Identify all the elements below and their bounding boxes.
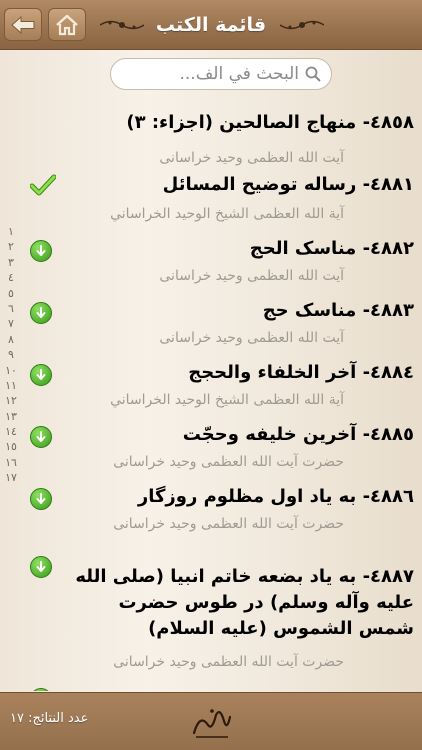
search-icon <box>305 66 321 82</box>
footer-bar: عدد النتائج: ١٧ <box>0 692 422 750</box>
book-author: حضرت آيت الله العظمی وحيد خراسانی <box>113 454 344 470</box>
results-count: عدد النتائج: ١٧ <box>10 711 89 726</box>
book-author: حضرت آيت الله العظمی وحيد خراسانی <box>113 516 344 532</box>
search-bar[interactable] <box>110 58 332 90</box>
back-button[interactable] <box>4 8 42 41</box>
search-input[interactable] <box>129 64 299 84</box>
download-arrow-icon <box>30 688 52 691</box>
book-title: ٤٨٨٢- مناسک الحج <box>249 238 414 259</box>
list-item[interactable]: ٤٨٨١- رساله توضيح المسائل آية الله العظم… <box>0 172 422 232</box>
download-arrow-icon <box>30 556 52 578</box>
list-item[interactable]: ٤٨٥٨- منهاج الصالحين (اجزاء: ٣) آيت الله… <box>0 110 422 170</box>
home-icon <box>56 14 78 35</box>
ornament-left-icon <box>100 20 144 30</box>
book-title: ٤٨٥٨- منهاج الصالحين (اجزاء: ٣) <box>126 112 414 133</box>
book-title: ٤٨٨٤- آخر الخلفاء والحجج <box>188 362 414 383</box>
list-item[interactable]: ٤٨٨٥- آخرين خليفه وحجّت حضرت آيت الله ال… <box>0 420 422 480</box>
list-item[interactable]: ٤٨٨٢- مناسک الحج آيت الله العظمی وحيد خر… <box>0 234 422 294</box>
book-title: ٤٨٨٣- مناسک حج <box>262 300 414 321</box>
download-button[interactable] <box>30 688 52 691</box>
book-author: آية الله العظمى الشيخ الوحيد الخراساني <box>110 392 344 408</box>
list-item[interactable]: ٤٨٨٦- به ياد اول مظلوم روزگار حضرت آيت ا… <box>0 482 422 542</box>
book-author: حضرت آيت الله العظمی وحيد خراسانی <box>113 654 344 670</box>
book-author: آية الله العظمى الشيخ الوحيد الخراساني <box>110 206 344 222</box>
book-title: ٤٨٨٥- آخرين خليفه وحجّت <box>182 424 414 445</box>
book-title: ٤٨٨١- رساله توضيح المسائل <box>162 174 414 195</box>
book-author: آيت الله العظمی وحيد خراسانی <box>159 330 344 346</box>
download-button[interactable] <box>30 556 52 578</box>
list-item[interactable]: ٤٨٨٣- مناسک حج آيت الله العظمی وحيد خراس… <box>0 296 422 356</box>
book-title: ٤٨٨٧- به ياد بضعه خاتم انبيا (صلی الله ع… <box>75 566 414 639</box>
back-arrow-icon <box>11 15 35 34</box>
list-item[interactable]: ٤٨٨٧- به ياد بضعه خاتم انبيا (صلی الله ع… <box>0 552 422 682</box>
book-author: آيت الله العظمی وحيد خراسانی <box>159 268 344 284</box>
book-title: ٤٨٨٦- به ياد اول مظلوم روزگار <box>137 486 414 507</box>
book-list: ٤٨٥٨- منهاج الصالحين (اجزاء: ٣) آيت الله… <box>0 106 422 691</box>
home-button[interactable] <box>48 8 86 41</box>
book-author: آيت الله العظمی وحيد خراسانی <box>159 150 344 166</box>
list-item[interactable] <box>0 688 422 691</box>
calligraphy-logo-icon <box>192 709 232 738</box>
header-bar: قائمة الكتب <box>0 0 422 50</box>
list-item[interactable]: ٤٨٨٤- آخر الخلفاء والحجج آية الله العظمى… <box>0 358 422 418</box>
page-title: قائمة الكتب <box>155 14 267 36</box>
ornament-right-icon <box>280 20 324 30</box>
